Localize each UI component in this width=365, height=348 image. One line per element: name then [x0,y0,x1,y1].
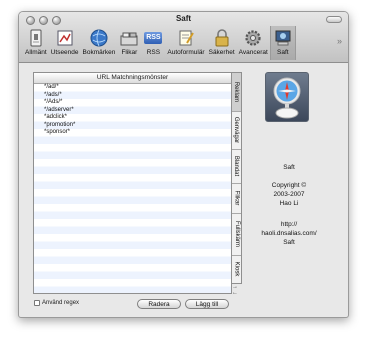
toolbar-label: Flikar [121,49,138,56]
checkbox-label: Använd regex [42,300,80,306]
toolbar-item-autofill[interactable]: Autoformulär [165,26,206,60]
tab-flikar[interactable]: Flikar [232,183,241,214]
bookmarks-globe-icon [89,28,109,48]
table-row[interactable]: */adserver* [34,107,231,115]
tab-blandat[interactable]: Blandat [232,149,241,184]
about-url-line: http:// [280,221,298,228]
toolbar-label: Allmänt [25,49,47,56]
toolbar-item-general[interactable]: Allmänt [23,26,49,60]
saft-icon [273,28,293,48]
appearance-icon [55,28,75,48]
preferences-window: Saft Allmänt Utseende Bokmärken Flikar R… [18,11,349,318]
url-pattern-table: URL Matchningsmönster */ad/* */ads/* */A… [33,72,232,294]
saft-logo [265,72,309,122]
toolbar-item-bookmarks[interactable]: Bokmärken [81,26,118,60]
about-copyright: Copyright © [271,182,307,189]
add-button[interactable]: Lägg till [185,299,229,309]
tab-genvagar[interactable]: Genvägar [232,111,241,150]
about-url-line: Saft [283,239,295,246]
advanced-gear-icon [243,28,263,48]
tab-label: Genvägar [233,116,240,144]
toolbar-item-advanced[interactable]: Avancerat [237,26,270,60]
table-row[interactable]: */ad/* [34,84,231,92]
about-product-name: Saft [283,164,295,171]
table-rows: */ad/* */ads/* */Ads/* */adserver* *adcl… [34,84,231,293]
toolbar-item-saft[interactable]: Saft [269,26,296,60]
autofill-icon [176,28,196,48]
tab-label: Reklam [233,81,240,103]
toolbar-label: Autoformulär [167,49,205,56]
table-row[interactable]: *adclick* [34,114,231,122]
remove-button[interactable]: Radera [137,299,181,309]
toolbar: Allmänt Utseende Bokmärken Flikar RSS RS… [23,26,296,60]
toolbar-item-tabs[interactable]: Flikar [117,26,141,60]
tab-fullskarm[interactable]: Fullskärm [232,213,241,256]
about-author: Hao Li [279,200,299,207]
toolbar-label: Saft [277,49,289,56]
use-regex-checkbox[interactable]: Använd regex [34,300,79,306]
table-header[interactable]: URL Matchningsmönster [34,73,231,84]
toolbar-overflow-icon[interactable]: » [337,36,342,46]
table-row[interactable]: */ads/* [34,92,231,100]
tab-label: Blandat [233,155,240,177]
compass-icon [273,77,301,119]
toolbar-label: Utseende [50,49,79,56]
window-title: Saft [175,14,192,23]
general-icon [26,28,46,48]
table-row[interactable]: *promotion* [34,122,231,130]
about-url-link[interactable]: haoli.dnsalias.com/ [251,229,327,238]
tab-label: Kiosk [233,261,240,277]
about-copyright-years: 2003-2007 [273,191,305,198]
table-row[interactable]: */Ads/* [34,99,231,107]
toolbar-label: Bokmärken [82,49,116,56]
tab-kiosk[interactable]: Kiosk [232,255,241,283]
tab-label: Fullskärm [233,220,240,248]
security-lock-icon [212,28,232,48]
tab-reklam[interactable]: Reklam [232,73,241,112]
titlebar: Saft Allmänt Utseende Bokmärken Flikar R… [19,12,348,63]
toolbar-label: Avancerat [238,49,268,56]
tab-label: Flikar [233,190,240,206]
tabs-icon [119,28,139,48]
checkbox-box[interactable] [34,300,40,306]
pane-content: URL Matchningsmönster */ad/* */ads/* */A… [19,63,348,317]
rss-icon: RSS [143,28,163,48]
rss-badge: RSS [144,32,163,44]
toolbar-item-security[interactable]: Säkerhet [207,26,237,60]
arrow-left-icon[interactable]: ← [232,290,238,296]
toolbar-toggle-button[interactable] [326,16,342,23]
toolbar-label: RSS [146,49,161,56]
vertical-tab-strip: Reklam Genvägar Blandat Flikar Fullskärm… [231,72,242,284]
table-row[interactable]: *sponsor* [34,129,231,137]
toolbar-item-appearance[interactable]: Utseende [49,26,81,60]
toolbar-label: Säkerhet [208,49,235,56]
toolbar-item-rss[interactable]: RSS RSS [141,26,165,60]
